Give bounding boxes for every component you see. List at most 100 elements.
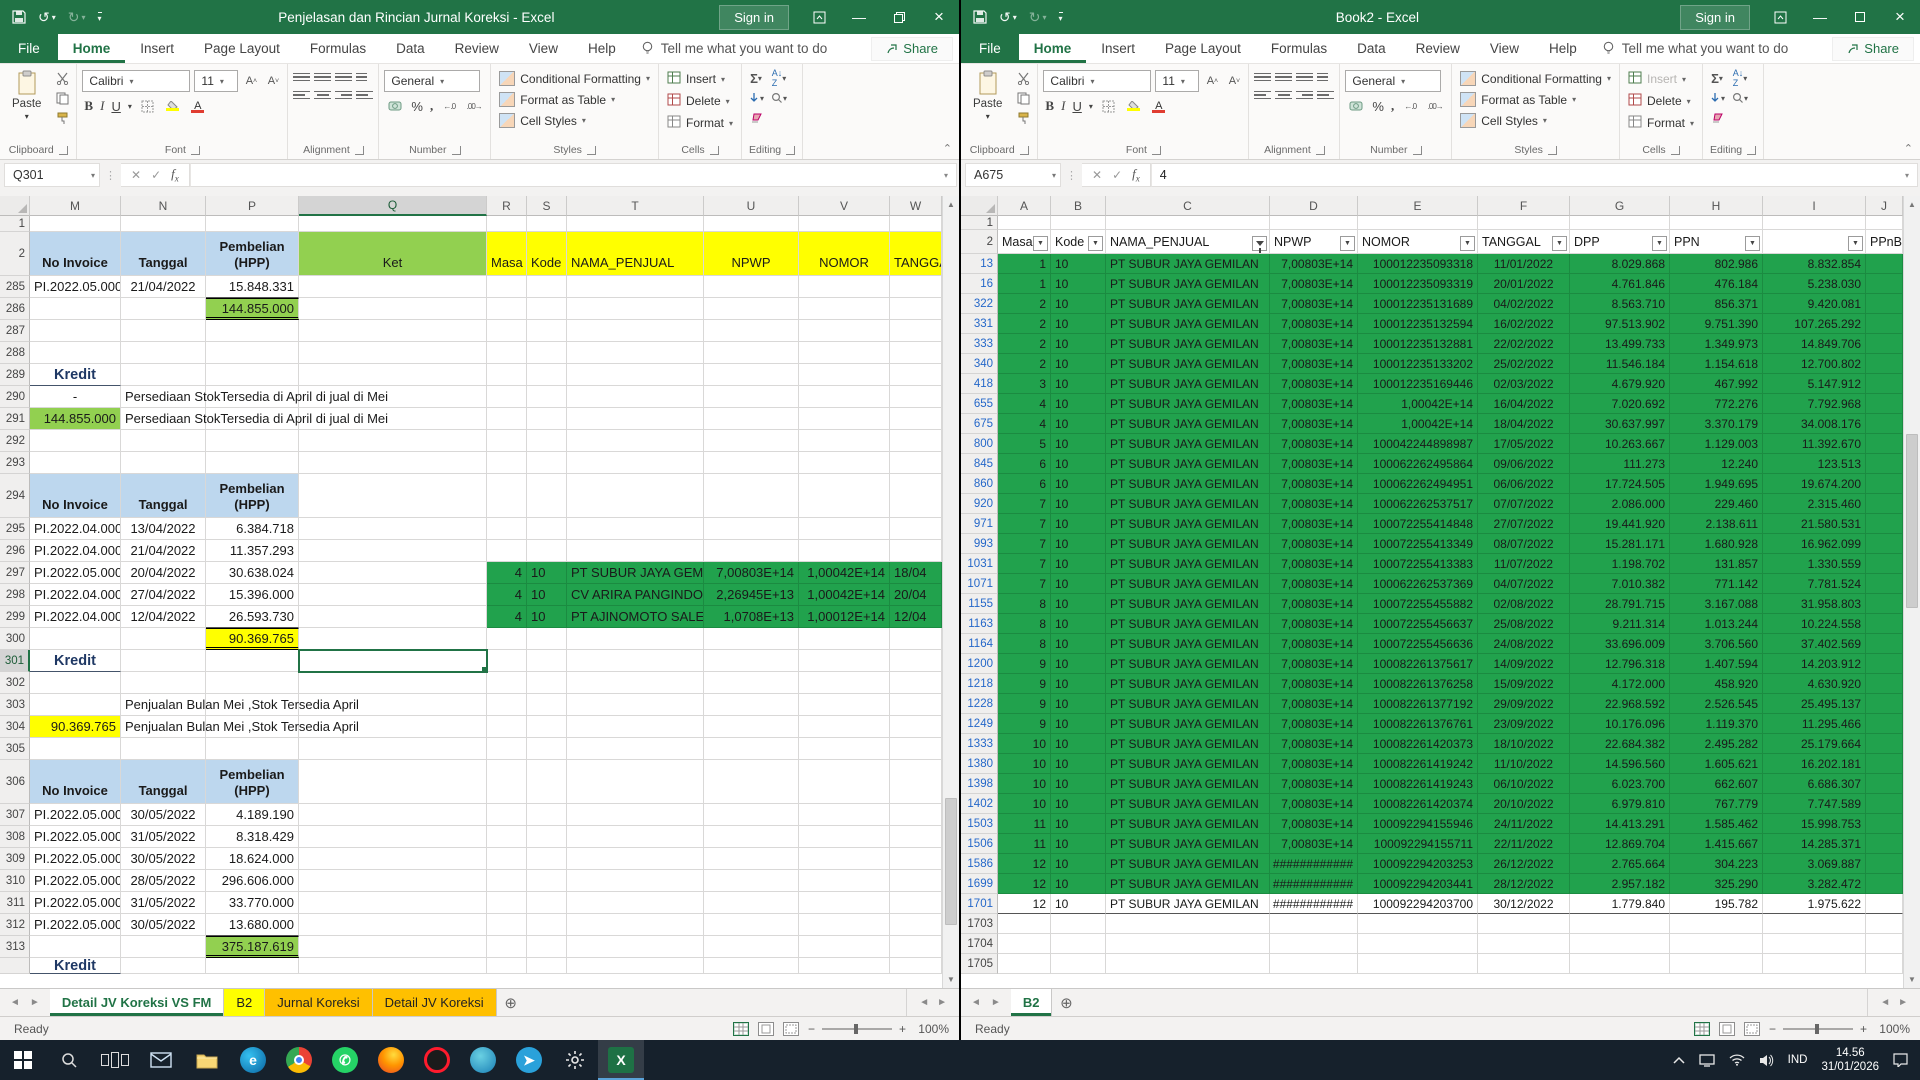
row-number-partial[interactable] (0, 958, 30, 974)
header-cell-NPWP[interactable]: NPWP▼ (1270, 230, 1358, 254)
column-header-C[interactable]: C (1106, 196, 1270, 216)
row-number-312[interactable]: 312 (0, 914, 30, 936)
row-number-285[interactable]: 285 (0, 276, 30, 298)
cell-D845[interactable]: 7,00803E+14 (1270, 454, 1358, 474)
cell-F1249[interactable]: 23/09/2022 (1478, 714, 1570, 734)
cell-M307[interactable]: PI.2022.05.00042 (30, 804, 121, 826)
cell-H1[interactable] (1670, 216, 1763, 230)
cell-U292[interactable] (704, 430, 799, 452)
cell-A993[interactable]: 7 (998, 534, 1051, 554)
sheet-nav-prev[interactable]: ◄ (971, 997, 981, 1008)
cell-T304[interactable] (567, 716, 704, 738)
cell-J1071[interactable] (1866, 574, 1903, 594)
cell-I1218[interactable]: 4.630.920 (1763, 674, 1866, 694)
cell-T311[interactable] (567, 892, 704, 914)
percent-button[interactable]: % (1372, 99, 1384, 114)
cell-E1163[interactable]: 100072255456637 (1358, 614, 1478, 634)
cell-E993[interactable]: 100072255413349 (1358, 534, 1478, 554)
cell-N294[interactable]: Tanggal (121, 474, 206, 518)
cell-F13[interactable]: 11/01/2022 (1478, 254, 1570, 274)
cell-S285[interactable] (527, 276, 567, 298)
row-number-308[interactable]: 308 (0, 826, 30, 848)
cell-B1228[interactable]: 10 (1051, 694, 1106, 714)
cell-H1699[interactable]: 325.290 (1670, 874, 1763, 894)
cell-S288[interactable] (527, 342, 567, 364)
cell-J920[interactable] (1866, 494, 1903, 514)
cell-H331[interactable]: 9.751.390 (1670, 314, 1763, 334)
cell-T298[interactable]: CV ARIRA PANGINDO (567, 584, 704, 606)
cell-P294[interactable]: Pembelian (HPP) (206, 474, 299, 518)
fill-button[interactable]: ▾ (747, 90, 765, 106)
percent-button[interactable]: % (411, 99, 423, 114)
zoom-out-button[interactable]: − (1769, 1022, 1776, 1036)
cell-R294[interactable] (487, 474, 527, 518)
find-select-button[interactable]: ▾ (1731, 90, 1749, 106)
cell-D322[interactable]: 7,00803E+14 (1270, 294, 1358, 314)
ribbon-tab-view[interactable]: View (1475, 34, 1534, 63)
cell-W293[interactable] (890, 452, 942, 474)
hidden-icons-chevron-icon[interactable] (1673, 1056, 1685, 1064)
underline-button[interactable]: U (111, 99, 120, 114)
cell-V287[interactable] (799, 320, 890, 342)
cell-E333[interactable]: 100012235132881 (1358, 334, 1478, 354)
cell-S312[interactable] (527, 914, 567, 936)
tell-me-box[interactable]: Tell me what you want to do (631, 34, 838, 63)
cell-S286[interactable] (527, 298, 567, 320)
cell-M287[interactable] (30, 320, 121, 342)
decrease-font-button[interactable]: A˅ (264, 73, 282, 89)
cell-U309[interactable] (704, 848, 799, 870)
cell-J1249[interactable] (1866, 714, 1903, 734)
cell-D1402[interactable]: 7,00803E+14 (1270, 794, 1358, 814)
cancel-entry-button[interactable]: ✕ (1092, 168, 1102, 182)
cell-N1[interactable] (121, 216, 206, 232)
cell-R311[interactable] (487, 892, 527, 914)
cell-A1398[interactable]: 10 (998, 774, 1051, 794)
cell-N298[interactable]: 27/04/2022 (121, 584, 206, 606)
cell-V292[interactable] (799, 430, 890, 452)
cell-B971[interactable]: 10 (1051, 514, 1106, 534)
cell-I971[interactable]: 21.580.531 (1763, 514, 1866, 534)
cell-U308[interactable] (704, 826, 799, 848)
cell-B1699[interactable]: 10 (1051, 874, 1106, 894)
cell-F1704[interactable] (1478, 934, 1570, 954)
cell-U305[interactable] (704, 738, 799, 760)
cell-H1703[interactable] (1670, 914, 1763, 934)
cell-C1506[interactable]: PT SUBUR JAYA GEMILAN (1106, 834, 1270, 854)
cell-D860[interactable]: 7,00803E+14 (1270, 474, 1358, 494)
row-number-1228[interactable]: 1228 (961, 694, 998, 714)
minimize-button[interactable]: — (1800, 0, 1840, 34)
align-bottom-button[interactable] (1296, 70, 1313, 84)
cell-Q309[interactable] (299, 848, 487, 870)
cell-T306[interactable] (567, 760, 704, 804)
align-center-button[interactable] (314, 88, 331, 102)
cell-M306[interactable]: No Invoice (30, 760, 121, 804)
dialog-launcher-icon[interactable] (1020, 146, 1029, 155)
cell-G1506[interactable]: 12.869.704 (1570, 834, 1670, 854)
cell-J322[interactable] (1866, 294, 1903, 314)
cell-G16[interactable]: 4.761.846 (1570, 274, 1670, 294)
cell-D333[interactable]: 7,00803E+14 (1270, 334, 1358, 354)
cell-Q308[interactable] (299, 826, 487, 848)
cell-V307[interactable] (799, 804, 890, 826)
cell-C920[interactable]: PT SUBUR JAYA GEMILAN (1106, 494, 1270, 514)
cell-W297[interactable]: 18/04 (890, 562, 942, 584)
cell-P285[interactable]: 15.848.331 (206, 276, 299, 298)
cell-E1704[interactable] (1358, 934, 1478, 954)
row-number-1200[interactable]: 1200 (961, 654, 998, 674)
cell-B1163[interactable]: 10 (1051, 614, 1106, 634)
cell-C1228[interactable]: PT SUBUR JAYA GEMILAN (1106, 694, 1270, 714)
taskbar-app-firefox-icon[interactable] (368, 1040, 414, 1080)
cell-S292[interactable] (527, 430, 567, 452)
cell-C1164[interactable]: PT SUBUR JAYA GEMILAN (1106, 634, 1270, 654)
font-size-combo[interactable]: 11▾ (1155, 70, 1199, 92)
cell-H1228[interactable]: 2.526.545 (1670, 694, 1763, 714)
column-header-V[interactable]: V (799, 196, 890, 216)
cell-S[interactable] (527, 958, 567, 974)
confirm-entry-button[interactable]: ✓ (1112, 168, 1122, 182)
cell-W287[interactable] (890, 320, 942, 342)
cell-V312[interactable] (799, 914, 890, 936)
cell-R302[interactable] (487, 672, 527, 694)
cell-F1503[interactable]: 24/11/2022 (1478, 814, 1570, 834)
cell-R297[interactable]: 4 (487, 562, 527, 584)
cell-I655[interactable]: 7.792.968 (1763, 394, 1866, 414)
